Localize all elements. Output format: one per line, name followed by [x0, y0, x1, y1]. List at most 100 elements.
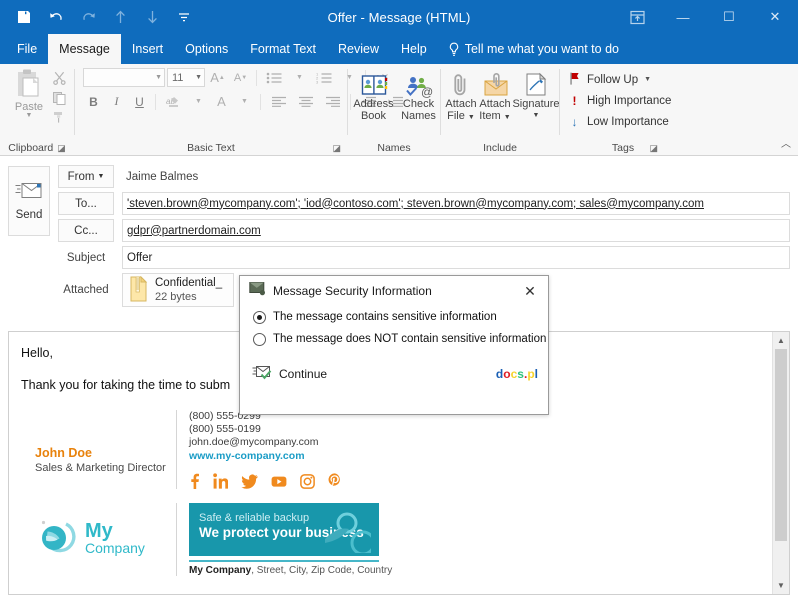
tab-help[interactable]: Help: [390, 34, 438, 64]
copy-icon[interactable]: [52, 91, 67, 108]
radio-option-sensitive[interactable]: The message contains sensitive informati…: [240, 306, 548, 328]
bold-icon[interactable]: B: [83, 92, 104, 111]
shrink-font-icon[interactable]: A ▼: [230, 68, 251, 87]
attach-item-icon: [481, 68, 509, 98]
bullets-dropdown-icon[interactable]: ▼: [289, 68, 310, 87]
follow-up-button[interactable]: Follow Up ▼: [568, 69, 651, 90]
signature-button[interactable]: Signature ▼: [512, 68, 560, 122]
attach-file-button[interactable]: Attach File ▼: [445, 68, 477, 124]
scroll-up-button[interactable]: ▲: [773, 332, 789, 349]
subject-label: Subject: [66, 251, 106, 264]
italic-icon[interactable]: I: [106, 92, 127, 111]
font-size-input[interactable]: 11 ▼: [167, 68, 205, 87]
align-left-icon[interactable]: [266, 92, 291, 111]
address-book-button[interactable]: Address Book: [352, 68, 395, 122]
continue-button[interactable]: Continue: [252, 364, 327, 384]
tab-insert[interactable]: Insert: [121, 34, 174, 64]
linkedin-icon[interactable]: [213, 473, 228, 489]
underline-icon[interactable]: U: [129, 92, 150, 111]
cc-input[interactable]: gdpr@partnerdomain.com: [122, 219, 790, 242]
pinterest-icon[interactable]: [328, 473, 341, 489]
youtube-icon[interactable]: [271, 475, 287, 488]
ribbon-group-label-include: Include: [483, 142, 517, 154]
next-item-icon[interactable]: [142, 6, 162, 28]
text-highlight-color-icon[interactable]: ab: [161, 92, 186, 111]
previous-item-icon[interactable]: [110, 6, 130, 28]
vendor-logo-letter-3: c: [510, 367, 518, 381]
low-importance-button[interactable]: ↓ Low Importance: [568, 111, 669, 132]
tab-file[interactable]: File: [6, 34, 48, 64]
chevron-down-icon[interactable]: ▼: [26, 112, 33, 119]
to-button[interactable]: To...: [58, 192, 114, 215]
scrollbar-track[interactable]: [773, 349, 789, 577]
tab-message[interactable]: Message: [48, 34, 121, 64]
grow-font-icon[interactable]: A ▲: [207, 68, 228, 87]
chevron-down-icon[interactable]: ▼: [195, 74, 202, 81]
format-painter-icon[interactable]: [52, 111, 67, 127]
from-row: From ▼ Jaime Balmes: [58, 164, 790, 189]
attach-item-button[interactable]: Attach Item ▼: [479, 68, 511, 124]
company-address-rest: , Street, City, Zip Code, Country: [251, 565, 393, 576]
scrollbar-thumb[interactable]: [775, 349, 787, 541]
high-importance-button[interactable]: ! High Importance: [568, 90, 672, 111]
save-icon[interactable]: [14, 6, 34, 28]
numbering-icon[interactable]: 123: [312, 68, 337, 87]
font-color-dropdown-icon[interactable]: ▼: [234, 92, 255, 111]
align-right-icon[interactable]: [320, 92, 345, 111]
tab-review[interactable]: Review: [327, 34, 390, 64]
basic-text-dialog-launcher[interactable]: ◪: [332, 143, 341, 154]
close-button[interactable]: ✕: [752, 0, 798, 34]
dialog-close-button[interactable]: ✕: [518, 279, 542, 303]
chevron-down-icon[interactable]: ▼: [644, 76, 651, 83]
tab-options[interactable]: Options: [174, 34, 239, 64]
facebook-icon[interactable]: [189, 473, 200, 489]
tab-format-text[interactable]: Format Text: [239, 34, 327, 64]
align-center-icon[interactable]: [293, 92, 318, 111]
attachment-name: Confidential_: [155, 277, 223, 289]
cc-button[interactable]: Cc...: [58, 219, 114, 242]
cut-icon[interactable]: [52, 71, 67, 88]
instagram-icon[interactable]: [300, 473, 315, 489]
attachment-size: 22 bytes: [155, 291, 197, 303]
banner-decoration-icon: [325, 512, 376, 556]
radio-button-selected-icon[interactable]: [253, 310, 266, 324]
from-button[interactable]: From ▼: [58, 165, 114, 188]
radio-button-icon[interactable]: [253, 332, 266, 346]
redo-icon[interactable]: [78, 6, 98, 28]
scroll-down-button[interactable]: ▼: [773, 577, 789, 594]
chevron-down-icon[interactable]: ▼: [97, 173, 104, 180]
ribbon-group-names: Address Book @ Check Names Names: [348, 64, 440, 156]
promo-banner[interactable]: Safe & reliable backup We protect your b…: [189, 503, 379, 556]
font-color-icon[interactable]: A: [211, 92, 232, 111]
font-name-input[interactable]: ▼: [83, 68, 165, 87]
my-company-logo-icon: [35, 515, 81, 564]
twitter-icon[interactable]: [241, 474, 258, 489]
collapse-ribbon-icon[interactable]: ︿: [781, 135, 791, 150]
attachment-chip[interactable]: Confidential_ 22 bytes: [122, 273, 234, 307]
tell-me-search[interactable]: Tell me what you want to do: [438, 34, 619, 64]
chevron-down-icon[interactable]: ▼: [533, 110, 540, 122]
radio-option-not-sensitive[interactable]: The message does NOT contain sensitive i…: [240, 328, 548, 350]
subject-input[interactable]: Offer: [122, 246, 790, 269]
paste-button[interactable]: Paste ▼: [6, 68, 52, 119]
ribbon: Paste ▼ Clipboard ◪ ▼ 11 ▼ A ▲ A ▼ ▼ 1 2…: [0, 64, 798, 156]
chevron-down-icon[interactable]: ▼: [155, 74, 162, 81]
signature-website[interactable]: www.my-company.com: [189, 449, 341, 464]
body-vertical-scrollbar[interactable]: ▲ ▼: [772, 332, 789, 594]
send-label: Send: [15, 209, 43, 221]
tags-dialog-launcher[interactable]: ◪: [649, 143, 658, 154]
bullets-icon[interactable]: [262, 68, 287, 87]
maximize-button[interactable]: ☐: [706, 0, 752, 34]
send-button[interactable]: Send: [8, 166, 50, 236]
attach-file-label-1: Attach: [445, 98, 477, 110]
email-signature: John Doe Sales & Marketing Director (800…: [21, 410, 772, 489]
to-input[interactable]: 'steven.brown@mycompany.com'; 'iod@conto…: [122, 192, 790, 215]
clipboard-dialog-launcher[interactable]: ◪: [57, 143, 66, 154]
minimize-button[interactable]: —: [660, 0, 706, 34]
undo-icon[interactable]: [46, 6, 66, 28]
check-names-button[interactable]: @ Check Names: [397, 68, 440, 122]
customize-quick-access-toolbar-icon[interactable]: [174, 6, 194, 28]
highlight-dropdown-icon[interactable]: ▼: [188, 92, 209, 111]
ribbon-display-options-icon[interactable]: [614, 0, 660, 34]
signature-email[interactable]: john.doe@mycompany.com: [189, 436, 341, 449]
